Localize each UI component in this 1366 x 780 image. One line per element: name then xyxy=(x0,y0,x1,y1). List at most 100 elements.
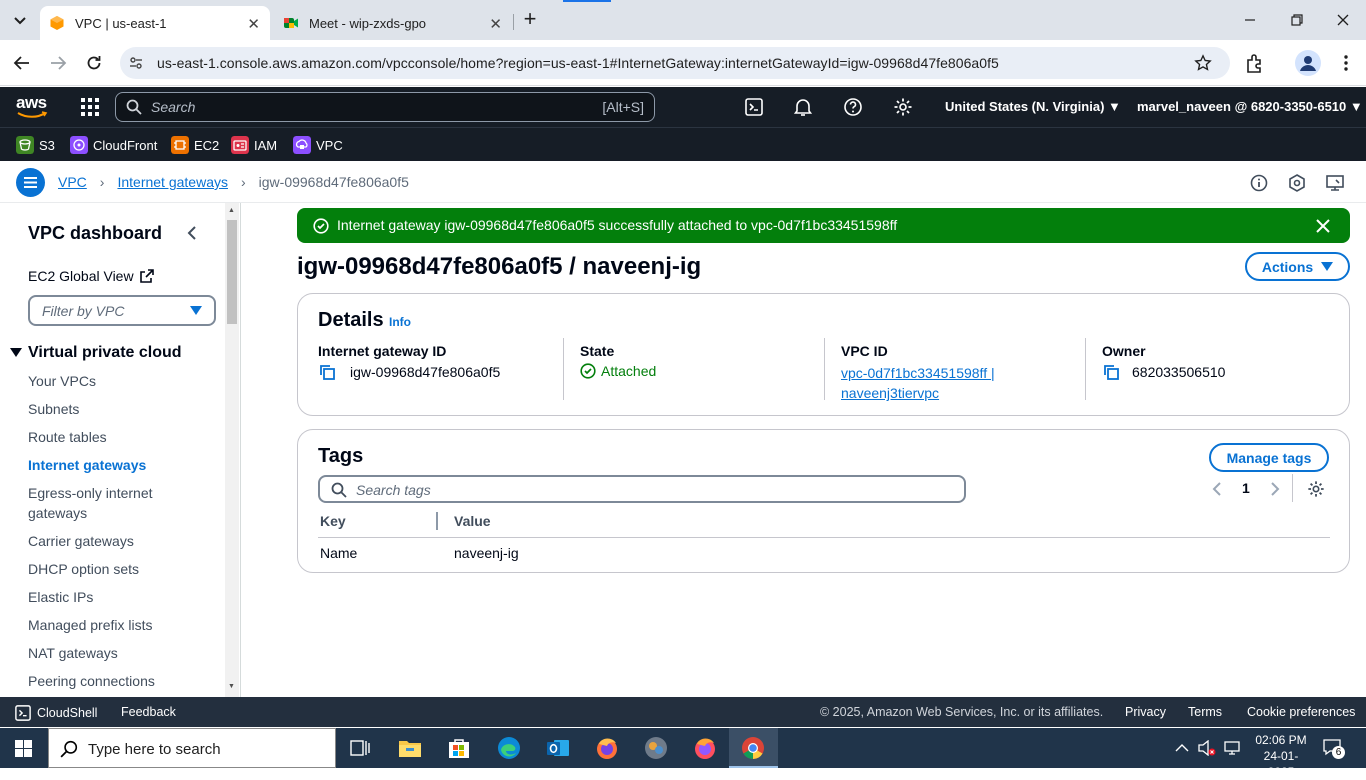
account-menu[interactable]: marvel_naveen @ 6820-3350-6510 ▼ xyxy=(1137,99,1363,114)
sidebar-item-elastic-ips[interactable]: Elastic IPs xyxy=(28,589,93,605)
tab-search-button[interactable] xyxy=(8,8,32,32)
chrome-taskbar-button[interactable] xyxy=(729,728,778,768)
info-circle-icon[interactable] xyxy=(1250,174,1268,192)
scrollbar-thumb[interactable] xyxy=(227,220,237,324)
favorite-vpc[interactable]: VPC xyxy=(293,136,343,154)
notification-count: 6 xyxy=(1332,746,1345,759)
filter-by-vpc-select[interactable]: Filter by VPC xyxy=(28,295,216,326)
sidebar-item-peering-connections[interactable]: Peering connections xyxy=(28,673,155,689)
sidebar-title[interactable]: VPC dashboard xyxy=(28,223,162,244)
taskbar-search-box[interactable]: Type here to search xyxy=(48,728,336,768)
collapse-sidebar-icon[interactable] xyxy=(185,225,201,241)
terms-link[interactable]: Terms xyxy=(1188,705,1222,719)
outlook-icon[interactable] xyxy=(546,736,570,760)
back-arrow-icon[interactable] xyxy=(12,53,32,73)
feedback-hexagon-icon[interactable] xyxy=(1288,174,1306,192)
microsoft-store-icon[interactable] xyxy=(448,737,470,759)
site-info-icon[interactable] xyxy=(128,55,144,71)
section-virtual-private-cloud[interactable]: Virtual private cloud xyxy=(10,344,182,362)
extensions-icon[interactable] xyxy=(1244,52,1266,74)
breadcrumb-vpc[interactable]: VPC xyxy=(58,174,87,190)
browser-tab-meet[interactable]: Meet - wip-zxds-gpo ✕ xyxy=(274,6,512,40)
ec2-global-view-link[interactable]: EC2 Global View xyxy=(28,268,155,284)
privacy-link[interactable]: Privacy xyxy=(1125,705,1166,719)
vpc-id-link[interactable]: vpc-0d7f1bc33451598ff | naveenj3tiervpc xyxy=(841,363,995,403)
edge-browser-icon[interactable] xyxy=(497,736,521,760)
sidebar-item-managed-prefix-lists[interactable]: Managed prefix lists xyxy=(28,617,153,633)
favorite-label: VPC xyxy=(316,137,343,153)
firefox-alt-icon[interactable] xyxy=(693,736,717,760)
settings-gear-icon[interactable] xyxy=(893,97,913,117)
new-tab-button[interactable]: + xyxy=(518,8,542,32)
file-explorer-icon[interactable] xyxy=(398,738,422,758)
windows-start-icon[interactable] xyxy=(15,740,32,757)
flash-message: Internet gateway igw-09968d47fe806a0f5 s… xyxy=(337,217,898,233)
account-label: marvel_naveen @ 6820-3350-6510 xyxy=(1137,99,1347,114)
close-window-button[interactable] xyxy=(1333,10,1353,30)
info-link[interactable]: Info xyxy=(389,315,411,329)
aws-logo[interactable]: aws xyxy=(16,94,50,120)
menu-icon xyxy=(24,177,37,188)
close-tab-icon[interactable]: ✕ xyxy=(247,15,260,33)
reload-icon[interactable] xyxy=(84,53,104,73)
bookmark-star-icon[interactable] xyxy=(1194,54,1212,72)
firefox-icon[interactable] xyxy=(595,736,619,760)
sidebar-item-your-vpcs[interactable]: Your VPCs xyxy=(28,373,96,389)
aws-search-input[interactable]: Search [Alt+S] xyxy=(115,92,655,122)
sidebar-item-egress-only-internet-gateways[interactable]: Egress-only internet gateways xyxy=(28,483,178,523)
column-resizer[interactable] xyxy=(436,512,438,530)
favorite-cloudfront[interactable]: CloudFront xyxy=(70,136,157,154)
copy-icon[interactable] xyxy=(1102,363,1120,381)
sidebar-item-route-tables[interactable]: Route tables xyxy=(28,429,107,445)
tags-search-input[interactable]: Search tags xyxy=(318,475,966,503)
page-number[interactable]: 1 xyxy=(1242,480,1250,496)
chevron-right-icon[interactable] xyxy=(1266,481,1282,497)
cookie-preferences-link[interactable]: Cookie preferences xyxy=(1247,705,1355,719)
more-vert-icon[interactable] xyxy=(1336,53,1356,73)
table-preferences-gear-icon[interactable] xyxy=(1307,480,1325,498)
services-grid-icon[interactable] xyxy=(80,97,100,117)
task-view-icon[interactable] xyxy=(350,739,370,757)
favorite-iam[interactable]: IAM xyxy=(231,136,277,154)
favorite-s3[interactable]: S3 xyxy=(16,136,55,154)
network-icon[interactable] xyxy=(1223,740,1241,756)
clock[interactable]: 02:06 PM 24-01-2025 xyxy=(1253,732,1309,780)
column-header-value[interactable]: Value xyxy=(454,513,491,529)
address-bar[interactable]: us-east-1.console.aws.amazon.com/vpccons… xyxy=(120,47,1230,79)
sidebar-scrollbar[interactable]: ▲ ▼ xyxy=(225,203,239,697)
chevron-up-icon[interactable] xyxy=(1175,742,1189,754)
region-selector[interactable]: United States (N. Virginia) ▼ xyxy=(945,99,1121,114)
copy-icon[interactable] xyxy=(318,363,336,381)
browser-tab-vpc[interactable]: VPC | us-east-1 ✕ xyxy=(40,6,270,40)
sidebar-item-nat-gateways[interactable]: NAT gateways xyxy=(28,645,118,661)
feedback-link[interactable]: Feedback xyxy=(121,705,176,719)
scroll-down-icon[interactable]: ▼ xyxy=(228,683,235,690)
sidebar-item-carrier-gateways[interactable]: Carrier gateways xyxy=(28,533,134,549)
cloudshell-button[interactable]: CloudShell xyxy=(15,705,97,721)
close-tab-icon[interactable]: ✕ xyxy=(489,15,502,33)
tor-app-icon[interactable] xyxy=(644,736,668,760)
forward-arrow-icon[interactable] xyxy=(48,53,68,73)
breadcrumb-internet-gateways[interactable]: Internet gateways xyxy=(117,174,228,190)
notifications-bell-icon[interactable] xyxy=(794,97,812,117)
help-icon[interactable] xyxy=(843,97,863,117)
minimize-button[interactable] xyxy=(1240,10,1260,30)
restore-button[interactable] xyxy=(1287,10,1307,30)
sidebar-item-internet-gateways[interactable]: Internet gateways xyxy=(28,457,146,473)
chevron-left-icon[interactable] xyxy=(1210,481,1226,497)
profile-avatar[interactable] xyxy=(1295,50,1321,76)
hamburger-menu-button[interactable] xyxy=(16,168,45,197)
action-center-button[interactable]: 6 xyxy=(1323,738,1345,759)
actions-button[interactable]: Actions xyxy=(1245,252,1350,281)
scroll-up-icon[interactable]: ▲ xyxy=(228,207,235,214)
speaker-muted-icon[interactable] xyxy=(1198,740,1216,756)
sidebar-item-subnets[interactable]: Subnets xyxy=(28,401,79,417)
column-header-key[interactable]: Key xyxy=(320,513,346,529)
tutorial-panel-icon[interactable] xyxy=(1326,174,1344,192)
cloudshell-icon[interactable] xyxy=(745,98,763,116)
favorite-ec2[interactable]: EC2 xyxy=(171,136,219,154)
dismiss-close-icon[interactable] xyxy=(1315,218,1331,234)
manage-tags-button[interactable]: Manage tags xyxy=(1209,443,1329,472)
page-title: igw-09968d47fe806a0f5 / naveenj-ig xyxy=(297,253,702,280)
sidebar-item-dhcp-option-sets[interactable]: DHCP option sets xyxy=(28,561,139,577)
